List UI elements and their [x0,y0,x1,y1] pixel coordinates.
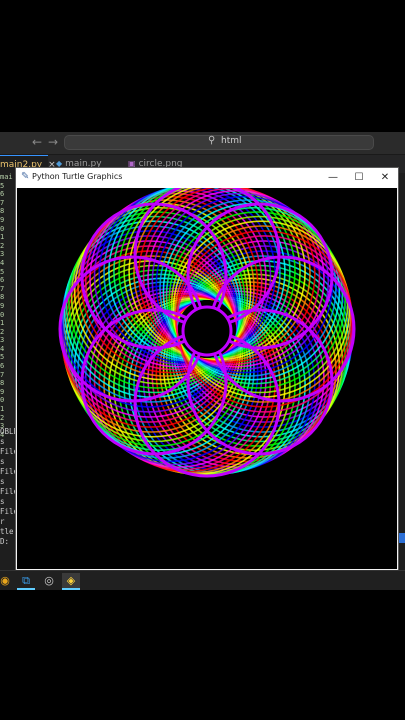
vscode-title-bar: ← → ⚲ html [0,132,405,155]
turtle-graphics-window: ✎ Python Turtle Graphics — ☐ ✕ [15,167,399,571]
close-button[interactable]: ✕ [374,170,396,186]
maximize-button[interactable]: ☐ [348,170,370,186]
editor-scrollbar[interactable] [398,173,405,590]
desktop-screen: ← → ⚲ html main2.py × ◆ main.py ▣ circle.pn… [0,132,405,590]
chrome-icon[interactable]: ◉ [0,573,14,588]
windows-taskbar: ◉ ⧉ ◎ ◈ [0,570,405,590]
search-icon: ⚲ [208,135,216,146]
python-icon[interactable]: ◈ [62,573,80,590]
minimize-button[interactable]: — [322,170,344,186]
window-title: Python Turtle Graphics [32,172,123,181]
spirograph-drawing [58,188,356,478]
feather-icon: ✎ [21,171,30,182]
scrollbar-thumb[interactable] [399,533,405,543]
obs-icon[interactable]: ◎ [40,573,58,588]
command-center-text: html [221,136,242,146]
back-arrow-icon[interactable]: ← [32,135,42,149]
turtle-window-title-bar[interactable]: ✎ Python Turtle Graphics — ☐ ✕ [16,168,398,188]
turtle-canvas [17,188,397,569]
forward-arrow-icon[interactable]: → [48,135,58,149]
command-center-search[interactable]: ⚲ html [64,135,374,150]
vscode-icon[interactable]: ⧉ [17,573,35,590]
center-hole [181,305,233,357]
